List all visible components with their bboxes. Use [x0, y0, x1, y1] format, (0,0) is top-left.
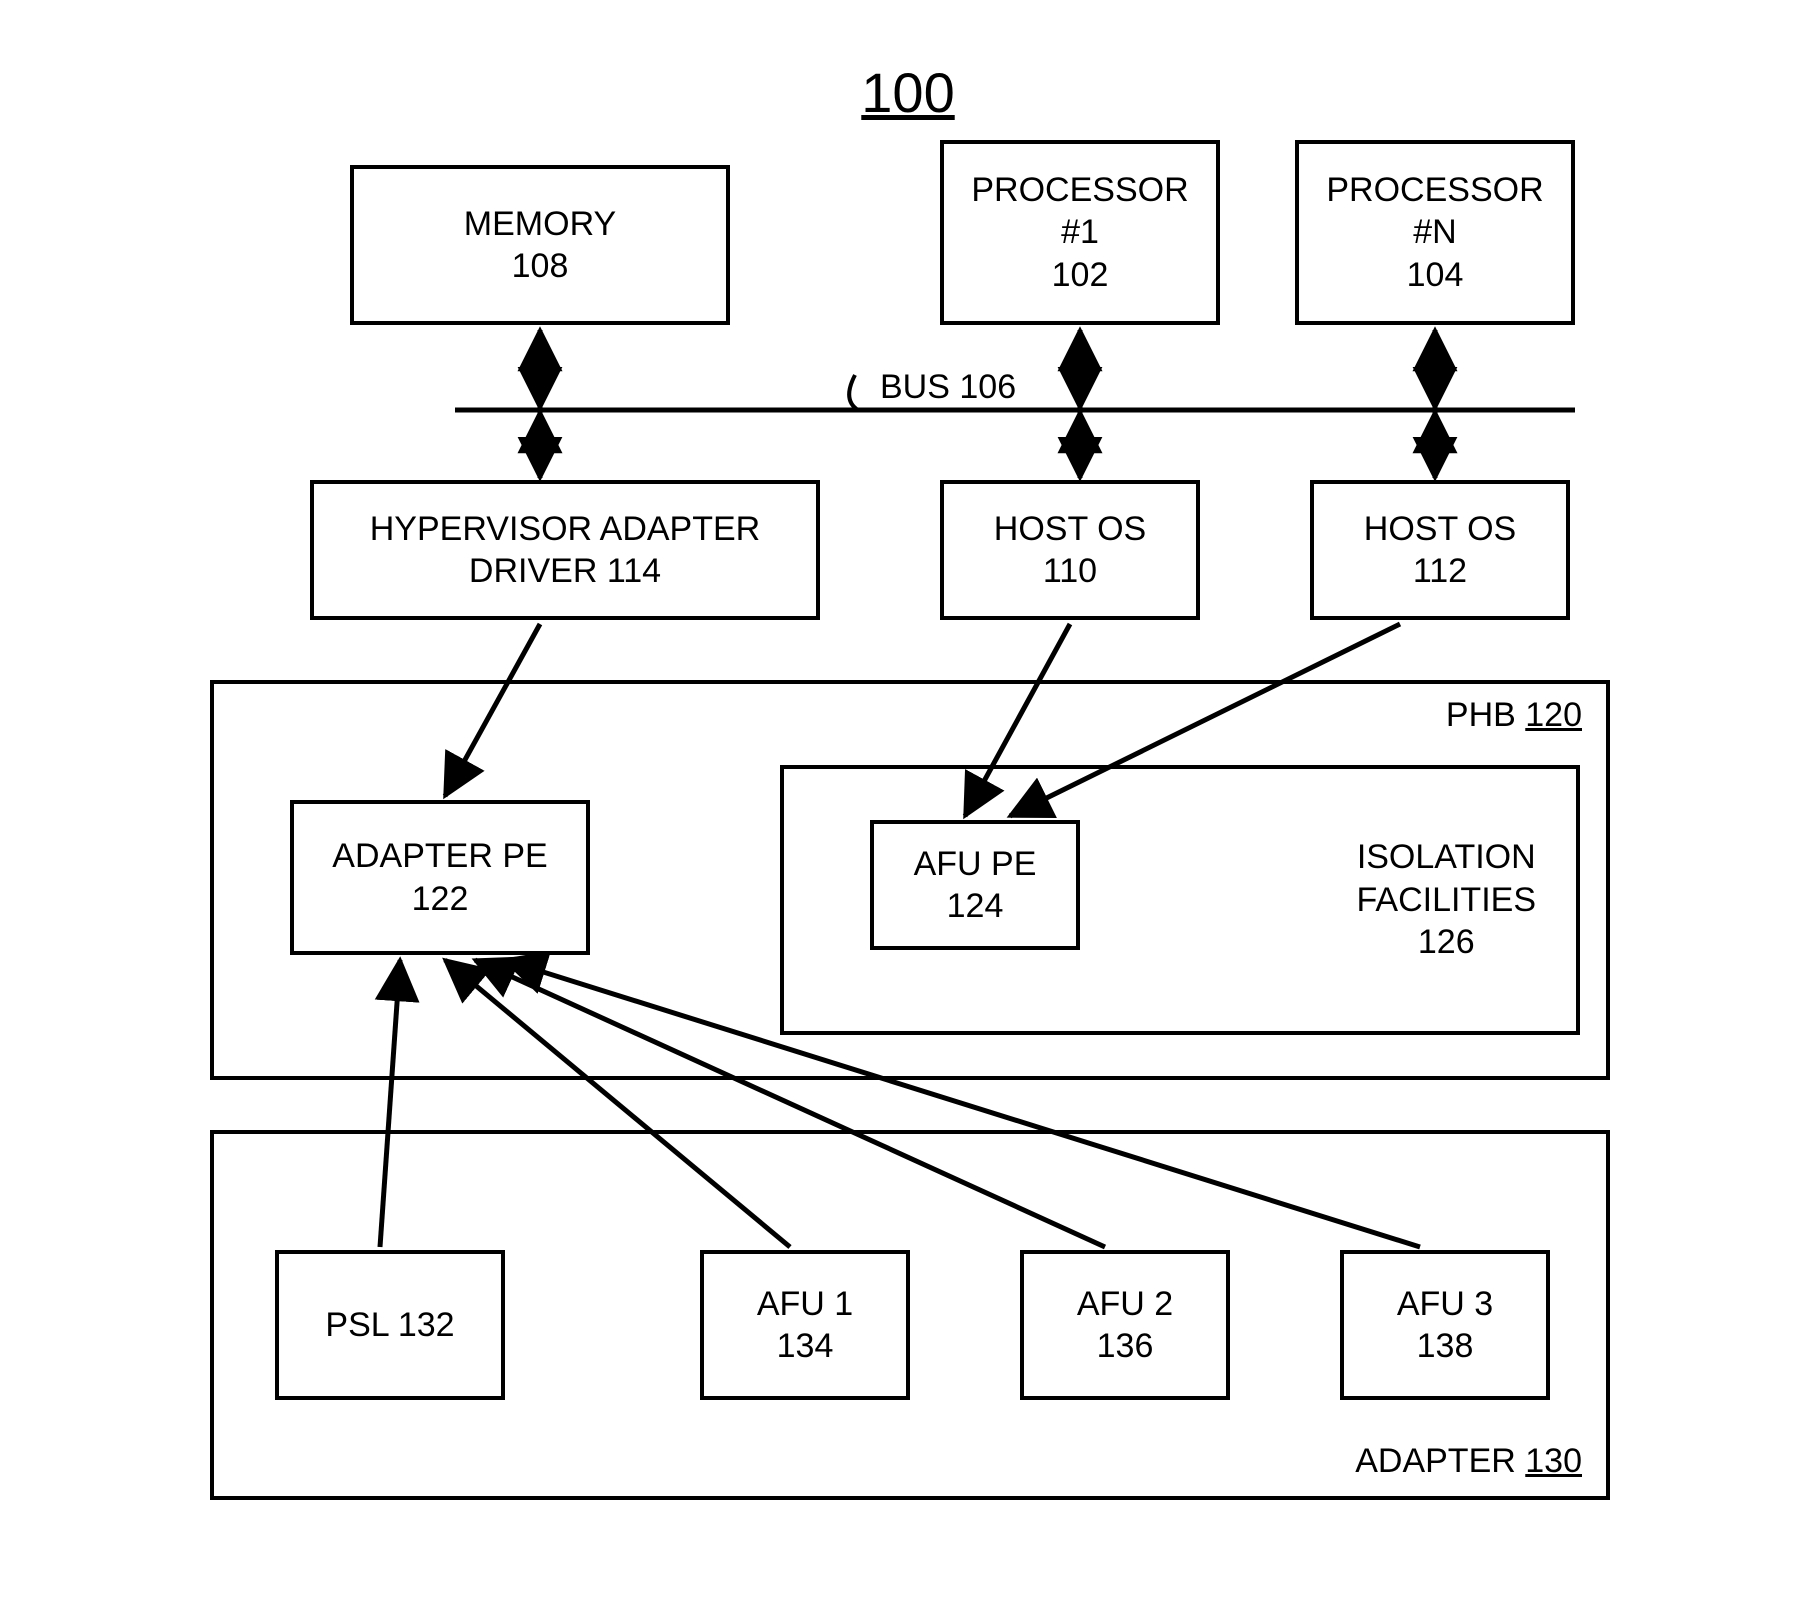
phb-ref: 120: [1525, 696, 1582, 734]
hypervisor-adapter-driver-label: HYPERVISOR ADAPTER: [370, 508, 761, 551]
diagram-title: 100: [828, 60, 988, 125]
isolation-facilities-ref: 126: [1357, 921, 1537, 964]
isolation-facilities-text: ISOLATION FACILITIES 126: [1357, 836, 1537, 964]
afu-1-label: AFU 1: [757, 1283, 853, 1326]
adapter-pe-label: ADAPTER PE: [332, 835, 547, 878]
adapter-pe-ref: 122: [412, 878, 469, 921]
hypervisor-adapter-driver-box: HYPERVISOR ADAPTER DRIVER 114: [310, 480, 820, 620]
phb-label-wrap: PHB 120: [1446, 694, 1582, 737]
processor-1-ref: 102: [1052, 254, 1109, 297]
host-os-1-ref: 110: [1043, 550, 1097, 593]
afu-2-ref: 136: [1097, 1325, 1154, 1368]
phb-label: PHB: [1446, 696, 1516, 734]
processor-1-sub: #1: [1061, 211, 1099, 254]
bus-label-wrap: BUS 106: [880, 368, 1016, 407]
afu-3-ref: 138: [1417, 1325, 1474, 1368]
memory-ref: 108: [512, 245, 569, 288]
diagram-canvas: 100 MEMORY 108 PROCESSOR #1 102 PROCESSO…: [0, 0, 1817, 1600]
host-os-1-label: HOST OS: [994, 508, 1146, 551]
afu-pe-box: AFU PE 124: [870, 820, 1080, 950]
bus-label: BUS: [880, 368, 950, 406]
afu-3-label: AFU 3: [1397, 1283, 1493, 1326]
adapter-ref: 130: [1525, 1442, 1582, 1480]
memory-box: MEMORY 108: [350, 165, 730, 325]
afu-2-box: AFU 2 136: [1020, 1250, 1230, 1400]
adapter-label: ADAPTER: [1355, 1442, 1516, 1480]
processor-n-label: PROCESSOR: [1326, 169, 1543, 212]
host-os-1-box: HOST OS 110: [940, 480, 1200, 620]
bus-ref: 106: [959, 368, 1016, 406]
afu-1-ref: 134: [777, 1325, 834, 1368]
adapter-label-wrap: ADAPTER 130: [1355, 1440, 1582, 1483]
hypervisor-adapter-driver-sub: DRIVER 114: [469, 550, 661, 593]
processor-n-box: PROCESSOR #N 104: [1295, 140, 1575, 325]
isolation-facilities-label: ISOLATION: [1357, 836, 1537, 879]
memory-label: MEMORY: [464, 203, 616, 246]
host-os-2-box: HOST OS 112: [1310, 480, 1570, 620]
processor-n-sub: #N: [1413, 211, 1456, 254]
processor-1-label: PROCESSOR: [971, 169, 1188, 212]
processor-n-ref: 104: [1407, 254, 1464, 297]
afu-1-box: AFU 1 134: [700, 1250, 910, 1400]
adapter-pe-box: ADAPTER PE 122: [290, 800, 590, 955]
psl-label: PSL 132: [325, 1304, 454, 1347]
host-os-2-label: HOST OS: [1364, 508, 1516, 551]
afu-pe-label: AFU PE: [914, 843, 1037, 886]
afu-3-box: AFU 3 138: [1340, 1250, 1550, 1400]
afu-2-label: AFU 2: [1077, 1283, 1173, 1326]
processor-1-box: PROCESSOR #1 102: [940, 140, 1220, 325]
psl-box: PSL 132: [275, 1250, 505, 1400]
afu-pe-ref: 124: [947, 885, 1004, 928]
host-os-2-ref: 112: [1413, 550, 1467, 593]
isolation-facilities-sub: FACILITIES: [1357, 879, 1537, 922]
